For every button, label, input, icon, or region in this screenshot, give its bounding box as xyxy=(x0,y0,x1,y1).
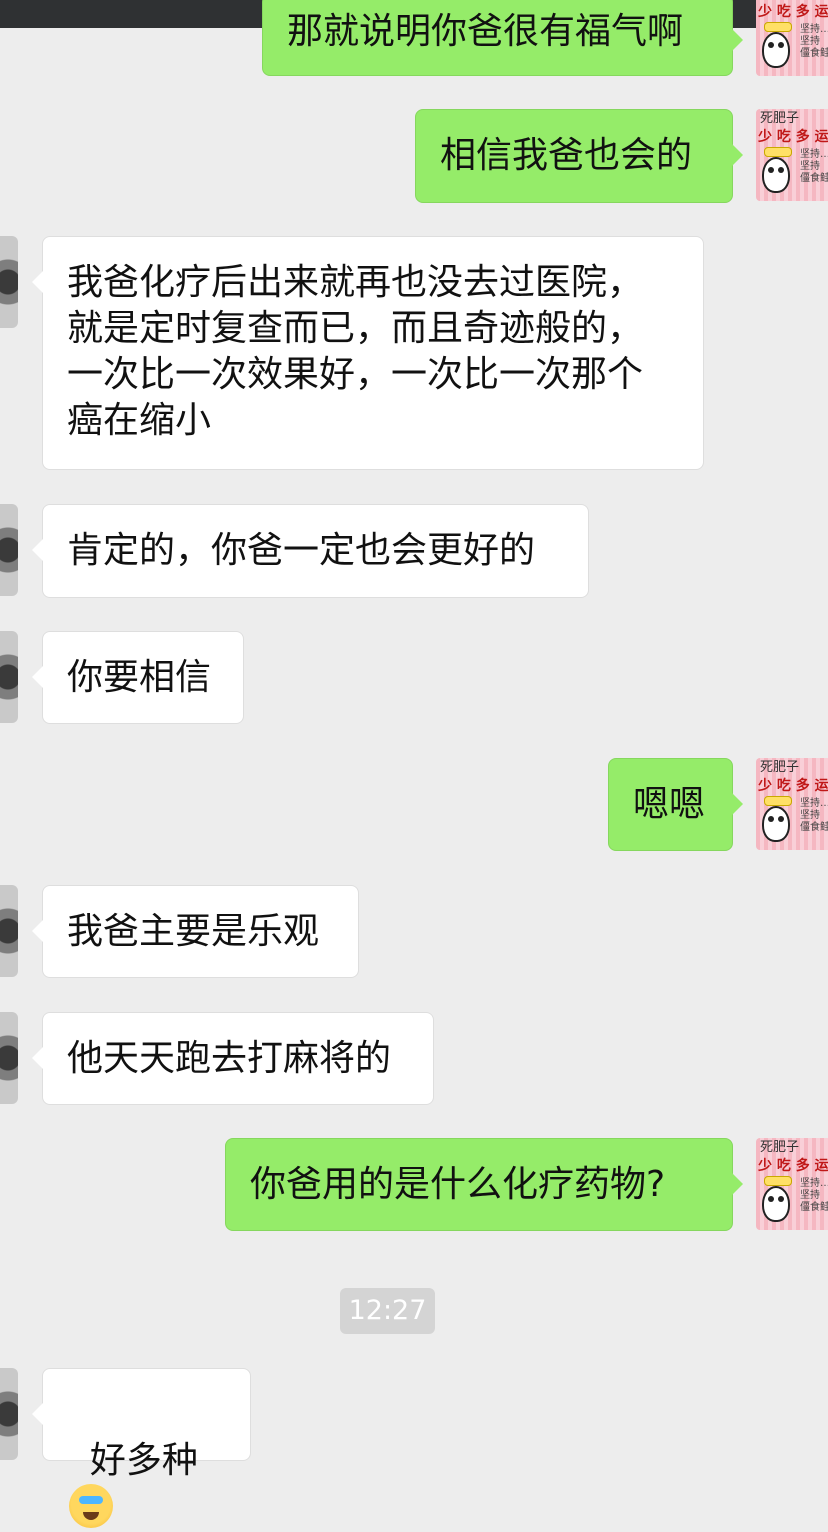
panda-icon xyxy=(762,157,790,193)
avatar-sticker xyxy=(764,147,792,157)
contact-avatar[interactable] xyxy=(0,236,18,328)
self-avatar[interactable]: 死肥子 少 吃 多 运 坚持… 坚持 僵食鲑… xyxy=(756,758,828,850)
message-text: 好多种 xyxy=(89,1440,198,1481)
self-avatar[interactable]: 死肥子 少 吃 多 运 坚持… 坚持 僵食鲑… xyxy=(756,0,828,76)
crying-face-icon xyxy=(69,1484,113,1528)
avatar-caption: 死肥子 xyxy=(760,760,800,775)
message-bubble-incoming[interactable]: 肯定的，你爸一定也会更好的 xyxy=(32,504,589,598)
message-bubble-outgoing[interactable]: 相信我爸也会的 xyxy=(415,109,743,203)
panda-icon xyxy=(762,1186,790,1222)
contact-avatar[interactable] xyxy=(0,1368,18,1460)
avatar-sticker xyxy=(764,1176,792,1186)
message-bubble-incoming[interactable]: 我爸主要是乐观 xyxy=(32,885,359,978)
message-bubble-outgoing[interactable]: 那就说明你爸很有福气啊 xyxy=(262,0,743,76)
avatar-scribble: 坚持… 坚持 僵食鲑… xyxy=(800,24,828,59)
avatar-caption: 死肥子 xyxy=(760,111,800,126)
contact-avatar[interactable] xyxy=(0,504,18,596)
message-bubble-outgoing[interactable]: 嗯嗯 xyxy=(608,758,743,851)
avatar-caption: 死肥子 xyxy=(760,0,799,2)
contact-avatar[interactable] xyxy=(0,1012,18,1104)
avatar-caption-main: 少 吃 多 运 xyxy=(758,778,828,794)
self-avatar[interactable]: 死肥子 少 吃 多 运 坚持… 坚持 僵食鲑… xyxy=(756,1138,828,1230)
avatar-scribble: 坚持… 坚持 僵食鲑… xyxy=(800,798,828,833)
contact-avatar[interactable] xyxy=(0,631,18,723)
avatar-scribble: 坚持… 坚持 僵食鲑… xyxy=(800,1178,828,1213)
message-bubble-incoming[interactable]: 他天天跑去打麻将的 xyxy=(32,1012,434,1105)
avatar-caption-main: 少 吃 多 运 xyxy=(758,129,828,145)
panda-icon xyxy=(762,32,790,68)
self-avatar[interactable]: 死肥子 少 吃 多 运 坚持… 坚持 僵食鲑… xyxy=(756,109,828,201)
avatar-caption: 死肥子 xyxy=(760,1140,800,1155)
avatar-caption-main: 少 吃 多 运 xyxy=(758,4,828,20)
contact-avatar[interactable] xyxy=(0,885,18,977)
avatar-caption-main: 少 吃 多 运 xyxy=(758,1158,828,1174)
avatar-scribble: 坚持… 坚持 僵食鲑… xyxy=(800,149,828,184)
avatar-sticker xyxy=(764,22,792,32)
message-timestamp: 12:27 xyxy=(340,1288,435,1334)
message-bubble-incoming[interactable]: 我爸化疗后出来就再也没去过医院， 就是定时复查而已，而且奇迹般的， 一次比一次效… xyxy=(32,236,704,470)
message-bubble-incoming[interactable]: 好多种 xyxy=(32,1368,251,1528)
message-bubble-incoming[interactable]: 你要相信 xyxy=(32,631,244,724)
panda-icon xyxy=(762,806,790,842)
message-bubble-outgoing[interactable]: 你爸用的是什么化疗药物? xyxy=(225,1138,743,1231)
avatar-sticker xyxy=(764,796,792,806)
